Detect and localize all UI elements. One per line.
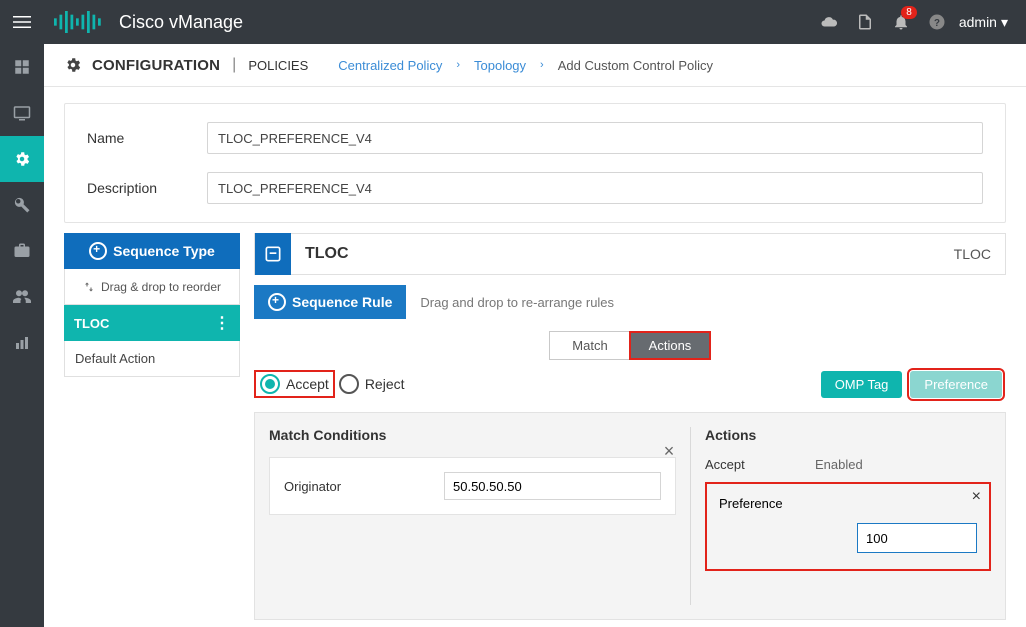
accept-radio[interactable] xyxy=(260,374,280,394)
page-subsection: POLICIES xyxy=(248,58,308,73)
nav-analytics[interactable] xyxy=(0,320,44,366)
tab-match[interactable]: Match xyxy=(550,332,630,359)
tasks-icon[interactable] xyxy=(847,0,883,44)
preference-box: × Preference xyxy=(705,482,991,571)
content-area: CONFIGURATION | POLICIES Centralized Pol… xyxy=(44,44,1026,627)
notification-badge: 8 xyxy=(901,6,917,19)
page-title: CONFIGURATION xyxy=(92,57,220,74)
bell-icon[interactable]: 8 xyxy=(883,0,919,44)
menu-toggle[interactable] xyxy=(8,8,36,36)
form-card: Name Description xyxy=(64,103,1006,223)
nav-administration[interactable] xyxy=(0,274,44,320)
rule-panel: TLOC TLOC Sequence Rule Drag and drop to… xyxy=(254,233,1006,627)
top-bar: Cisco vManage 8 ? admin ▾ xyxy=(0,0,1026,44)
actions-box: Actions Accept Enabled × Preference xyxy=(691,427,991,605)
gear-icon xyxy=(64,56,82,74)
accept-radio-group: Accept xyxy=(254,370,335,398)
tab-actions[interactable]: Actions xyxy=(630,332,710,359)
match-conditions-box: Match Conditions × Originator xyxy=(269,427,691,605)
crumb-centralized-policy[interactable]: Centralized Policy xyxy=(338,58,442,73)
side-nav xyxy=(0,44,44,627)
close-icon[interactable]: × xyxy=(972,488,981,506)
tloc-header: TLOC TLOC xyxy=(254,233,1006,275)
sequence-item-tloc[interactable]: TLOC ⋮ xyxy=(64,305,240,341)
tabs: Match Actions xyxy=(549,331,711,360)
preference-input[interactable] xyxy=(857,523,977,553)
description-label: Description xyxy=(87,180,207,196)
reject-radio-group: Reject xyxy=(335,372,409,396)
preference-chip[interactable]: Preference xyxy=(910,371,1002,398)
sequence-rule-button[interactable]: Sequence Rule xyxy=(254,285,406,319)
page-header: CONFIGURATION | POLICIES Centralized Pol… xyxy=(44,44,1026,87)
crumb-topology[interactable]: Topology xyxy=(474,58,526,73)
user-menu[interactable]: admin ▾ xyxy=(959,14,1008,31)
reject-radio[interactable] xyxy=(339,374,359,394)
reorder-icon xyxy=(83,281,95,293)
chevron-down-icon: ▾ xyxy=(1001,14,1008,31)
omp-tag-chip[interactable]: OMP Tag xyxy=(821,371,903,398)
cisco-logo xyxy=(54,11,109,33)
rule-hint: Drag and drop to re-arrange rules xyxy=(420,295,614,310)
drag-hint: Drag & drop to reorder xyxy=(64,269,240,305)
name-label: Name xyxy=(87,130,207,146)
svg-text:?: ? xyxy=(934,18,940,29)
user-name: admin xyxy=(959,14,997,30)
originator-condition: × Originator xyxy=(269,457,676,515)
brand-text: Cisco vManage xyxy=(119,12,243,33)
name-input[interactable] xyxy=(207,122,983,154)
originator-input[interactable] xyxy=(444,472,661,500)
help-icon[interactable]: ? xyxy=(919,0,955,44)
sequence-type-button[interactable]: Sequence Type xyxy=(64,233,240,269)
nav-configuration[interactable] xyxy=(0,136,44,182)
plus-icon xyxy=(89,242,107,260)
nav-monitor[interactable] xyxy=(0,90,44,136)
nav-maintenance[interactable] xyxy=(0,228,44,274)
tloc-badge-icon xyxy=(255,233,291,275)
description-input[interactable] xyxy=(207,172,983,204)
kebab-icon[interactable]: ⋮ xyxy=(214,313,230,333)
plus-icon xyxy=(268,293,286,311)
cloud-icon[interactable] xyxy=(811,0,847,44)
crumb-current: Add Custom Control Policy xyxy=(558,58,713,73)
sequence-panel: Sequence Type Drag & drop to reorder TLO… xyxy=(64,233,240,627)
nav-tools[interactable] xyxy=(0,182,44,228)
nav-dashboard[interactable] xyxy=(0,44,44,90)
default-action-item[interactable]: Default Action xyxy=(64,341,240,377)
close-icon[interactable]: × xyxy=(659,441,679,462)
